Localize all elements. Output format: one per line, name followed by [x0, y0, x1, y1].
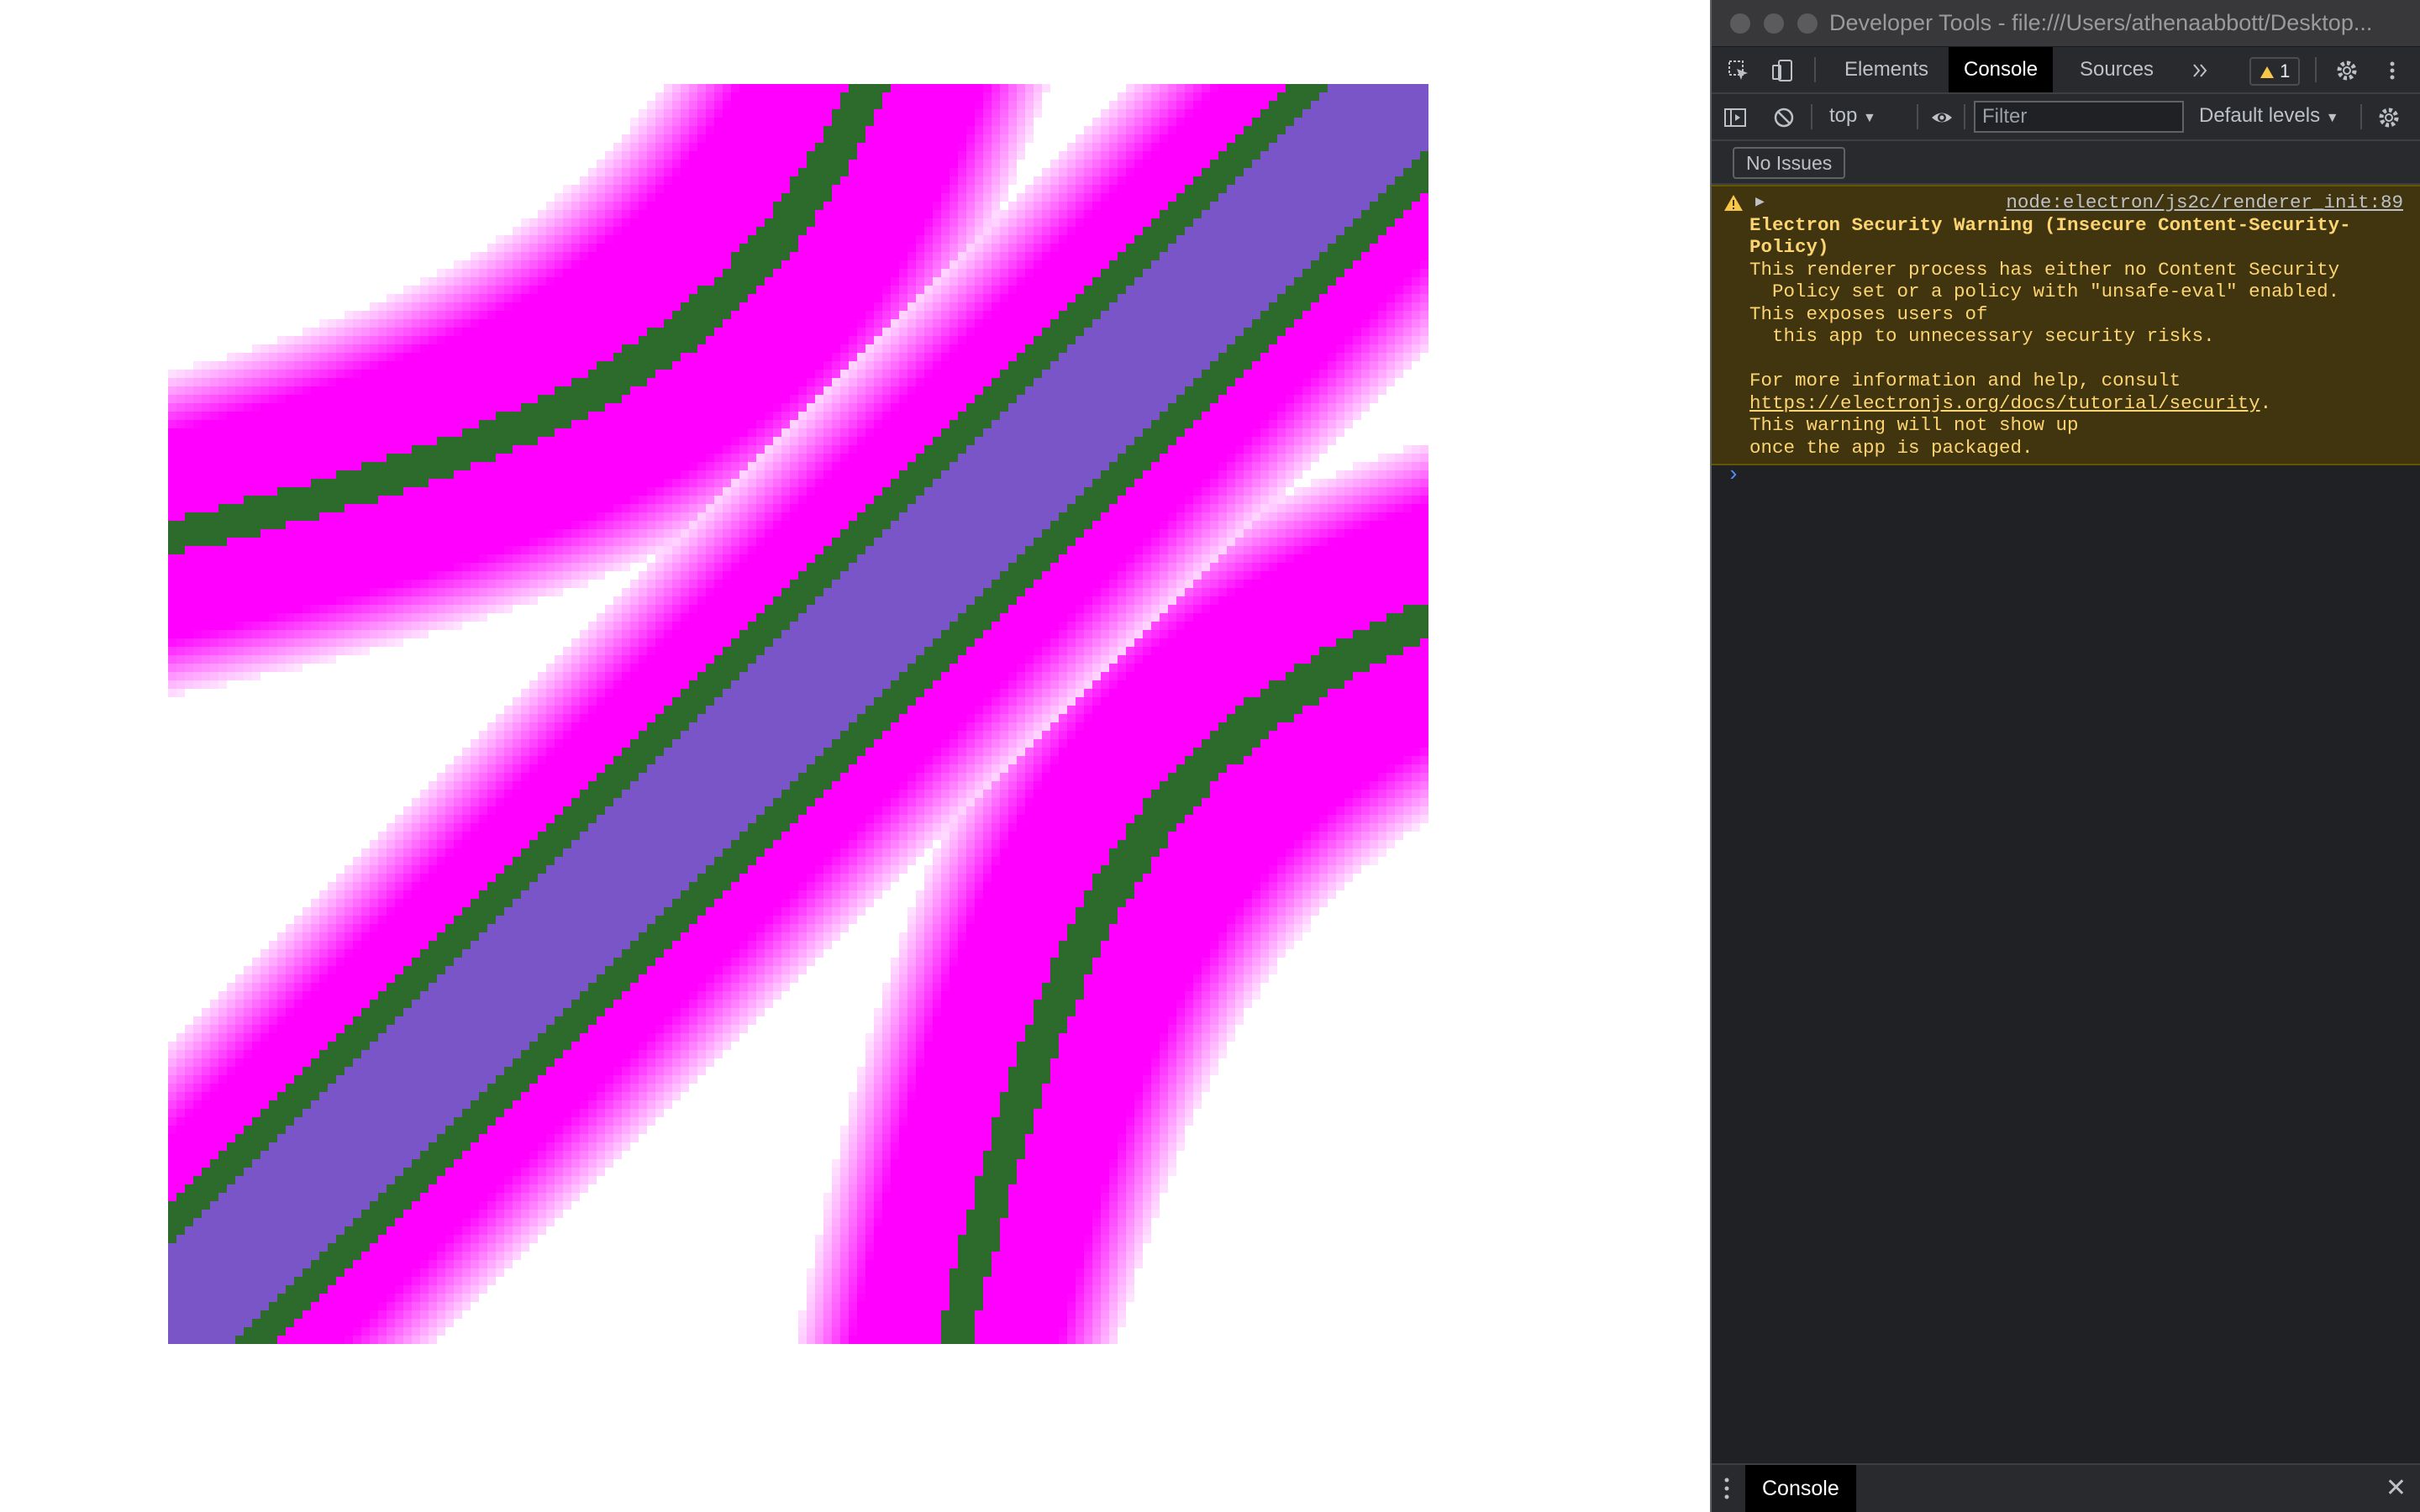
link-suffix: . [2260, 391, 2272, 414]
maximize-window-button[interactable] [1797, 13, 1818, 34]
title-bar: Developer Tools - file:///Users/athenaab… [1712, 0, 2420, 47]
message-source-link[interactable]: node:electron/js2c/renderer_init:89 [1749, 192, 2403, 214]
window-title: Developer Tools - file:///Users/athenaab… [1829, 10, 2373, 35]
message-text: This exposes users of [1749, 302, 1988, 325]
settings-icon[interactable] [2335, 59, 2359, 82]
log-levels-label: Default levels [2199, 104, 2321, 127]
chevron-down-icon: ▼ [2325, 111, 2339, 125]
context-label: top [1829, 104, 1858, 127]
divider [2315, 57, 2317, 82]
curve-rendering [168, 84, 1428, 1344]
console-warning-message: ▶ node:electron/js2c/renderer_init:89 El… [1712, 185, 2420, 465]
message-text: For more information and help, consult [1749, 370, 2181, 391]
drawer-tab-console[interactable]: Console [1745, 1465, 1856, 1512]
console-toolbar: top ▼ Default levels ▼ [1712, 94, 2420, 141]
warnings-badge[interactable]: 1 [2249, 57, 2301, 86]
minimize-window-button[interactable] [1764, 13, 1784, 34]
devtools-panel: Developer Tools - file:///Users/athenaab… [1710, 0, 2420, 1512]
console-settings-icon[interactable] [2377, 106, 2401, 129]
close-drawer-icon[interactable]: ✕ [2386, 1473, 2407, 1503]
tab-sources[interactable]: Sources [2065, 47, 2169, 92]
tab-elements[interactable]: Elements [1829, 47, 1944, 92]
divider [1917, 104, 1918, 129]
message-text: This warning will not show up [1749, 414, 2079, 436]
kebab-menu-icon[interactable] [2381, 59, 2404, 82]
close-window-button[interactable] [1730, 13, 1750, 34]
warning-icon [1724, 195, 1743, 211]
message-text: once the app is packaged. [1749, 436, 2033, 459]
issues-bar: No Issues [1712, 141, 2420, 185]
device-toolbar-icon[interactable] [1770, 59, 1794, 82]
log-levels-dropdown[interactable]: Default levels ▼ [2199, 104, 2339, 128]
filter-input[interactable] [1974, 101, 2184, 133]
drawer-menu-icon[interactable] [1723, 1477, 1730, 1500]
expand-triangle-icon[interactable]: ▶ [1755, 192, 1765, 214]
message-text: Policy set or a policy with "unsafe-eval… [1749, 281, 2340, 302]
drawer-bar: Console ✕ [1712, 1463, 2420, 1512]
clear-console-icon[interactable] [1772, 106, 1796, 129]
chevron-more-icon[interactable] [2189, 59, 2212, 82]
message-text: this app to unnecessary security risks. [1749, 325, 2215, 347]
context-selector[interactable]: top ▼ [1829, 104, 1876, 128]
eye-icon[interactable] [1930, 106, 1954, 129]
app-canvas [0, 0, 1710, 1512]
divider [1814, 57, 1816, 82]
inspect-icon[interactable] [1727, 59, 1750, 82]
warning-icon [2260, 66, 2274, 78]
divider [1811, 104, 1812, 129]
panel-tabbar: Elements Console Sources 1 [1712, 47, 2420, 94]
message-heading: Policy) [1749, 236, 1829, 258]
tab-console[interactable]: Console [1949, 47, 2054, 92]
message-link-line: https://electronjs.org/docs/tutorial/sec… [1749, 392, 2403, 415]
security-docs-link[interactable]: https://electronjs.org/docs/tutorial/sec… [1749, 392, 2260, 414]
console-prompt[interactable]: › [1727, 462, 1740, 487]
no-issues-button[interactable]: No Issues [1733, 147, 1846, 179]
message-text: This renderer process has either no Cont… [1749, 258, 2340, 281]
chevron-down-icon: ▼ [1863, 111, 1876, 125]
warnings-count: 1 [2280, 60, 2291, 81]
divider [2360, 104, 2362, 129]
message-heading: Electron Security Warning (Insecure Cont… [1749, 213, 2351, 236]
divider [1964, 104, 1965, 129]
sidebar-toggle-icon[interactable] [1723, 106, 1747, 129]
